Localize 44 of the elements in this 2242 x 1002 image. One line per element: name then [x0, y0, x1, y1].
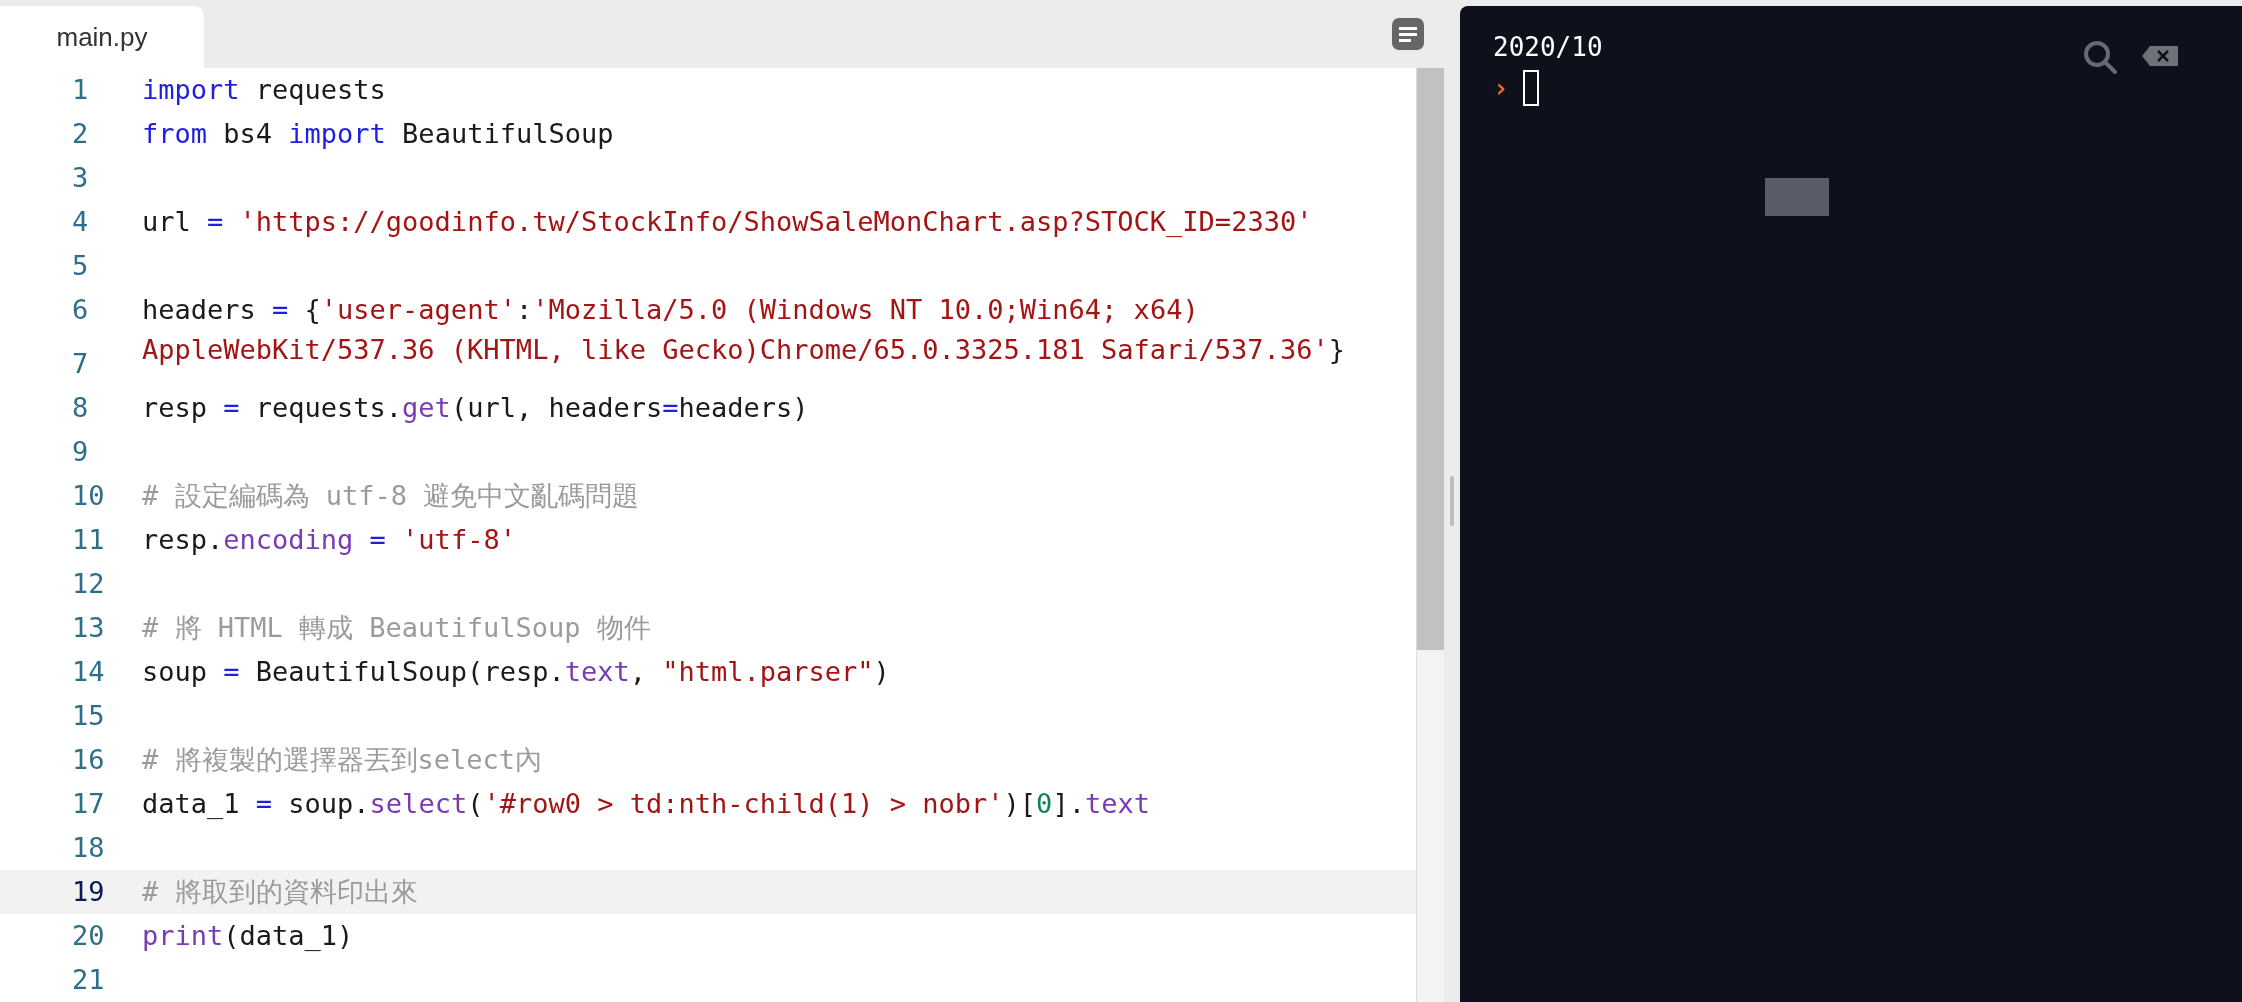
scrollbar-thumb[interactable] [1417, 68, 1444, 650]
overlay-block [1765, 178, 1829, 216]
resize-handle[interactable] [1450, 476, 1454, 526]
search-icon[interactable] [2083, 40, 2117, 74]
console-output: 2020/10 [1493, 31, 1603, 64]
line-number: 3 [72, 161, 90, 195]
code-text: headers = {'user-agent':'Mozilla/5.0 (Windows NT 10.0;Win64; x64) AppleWebKit/537.36 (KHTML, like Gecko)Chrome/65.0.3325.181 Safari/537.36'} [142, 293, 1346, 367]
line-number: 17 [72, 787, 106, 821]
line-number: 9 [72, 435, 90, 469]
line-number: 13 [72, 611, 106, 645]
line-number: 2 [72, 117, 90, 151]
line-number: 4 [72, 205, 90, 239]
code-text: import requests [142, 73, 387, 107]
code-text: data_1 = soup.select('#row0 > td:nth-child(1) > nobr')[0].text [142, 787, 1151, 821]
line-number: 18 [72, 831, 106, 865]
code-text: resp.encoding = 'utf-8' [142, 523, 517, 557]
code-text: # 將 HTML 轉成 BeautifulSoup 物件 [142, 611, 652, 645]
line-number: 16 [72, 743, 106, 777]
line-number: 8 [72, 391, 90, 425]
line-number: 6 [72, 293, 90, 327]
line-number: 1 [72, 73, 90, 107]
menu-icon[interactable] [1392, 18, 1424, 50]
code-text: soup = BeautifulSoup(resp.text, "html.parser") [142, 655, 891, 689]
text-cursor [1522, 70, 1539, 106]
code-text: print(data_1) [142, 919, 355, 953]
line-number: 21 [72, 963, 106, 997]
code-text: # 將取到的資料印出來 [142, 875, 419, 909]
line-number: 12 [72, 567, 106, 601]
code-text: url = 'https://goodinfo.tw/StockInfo/ShowSaleMonChart.asp?STOCK_ID=2330' [142, 205, 1314, 239]
code-text: from bs4 import BeautifulSoup [142, 117, 615, 151]
line-number: 11 [72, 523, 106, 557]
prompt-symbol: › [1493, 72, 1509, 105]
line-number: 14 [72, 655, 106, 689]
line-number: 7 [72, 347, 90, 381]
line-number: 10 [72, 479, 106, 513]
line-number: 19 [72, 875, 106, 909]
line-number: 15 [72, 699, 106, 733]
line-number: 20 [72, 919, 106, 953]
code-text: resp = requests.get(url, headers=headers) [142, 391, 810, 425]
code-text: # 設定編碼為 utf-8 避免中文亂碼問題 [142, 479, 641, 513]
code-text: # 將複製的選擇器丟到select內 [142, 743, 544, 777]
file-tab[interactable]: main.py [0, 6, 204, 68]
line-number: 5 [72, 249, 90, 283]
clear-icon[interactable] [2142, 46, 2178, 66]
